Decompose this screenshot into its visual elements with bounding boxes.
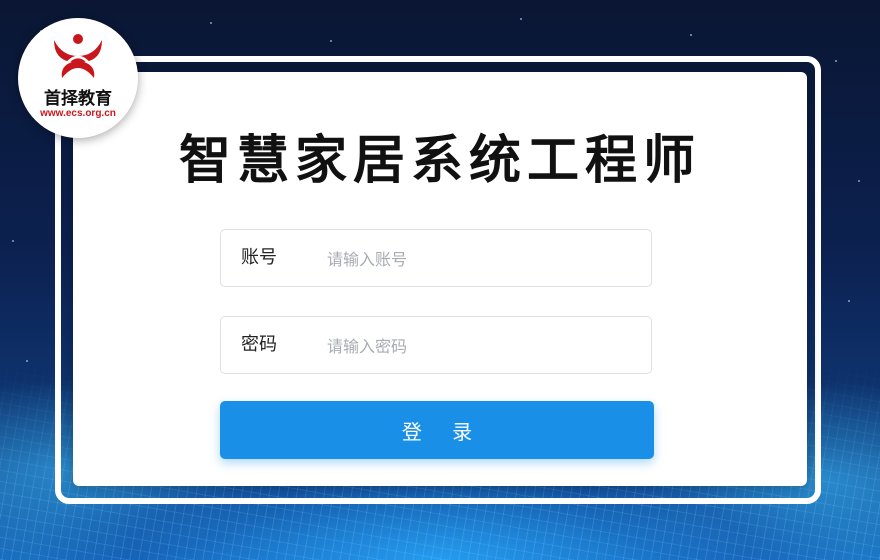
password-field[interactable]: 密码 [220, 316, 652, 374]
account-label: 账号 [241, 247, 277, 268]
logo-url: www.ecs.org.cn [40, 108, 116, 119]
logo-emblem-icon [54, 34, 102, 78]
account-field[interactable]: 账号 [220, 229, 652, 287]
page-title: 智慧家居系统工程师 [178, 131, 701, 191]
brand-logo: 首择教育 www.ecs.org.cn [18, 18, 138, 138]
password-input[interactable] [325, 331, 629, 361]
logo-name: 首择教育 [44, 89, 112, 109]
account-input[interactable] [325, 244, 629, 274]
login-button[interactable]: 登 录 [220, 401, 654, 459]
password-label: 密码 [241, 334, 277, 355]
